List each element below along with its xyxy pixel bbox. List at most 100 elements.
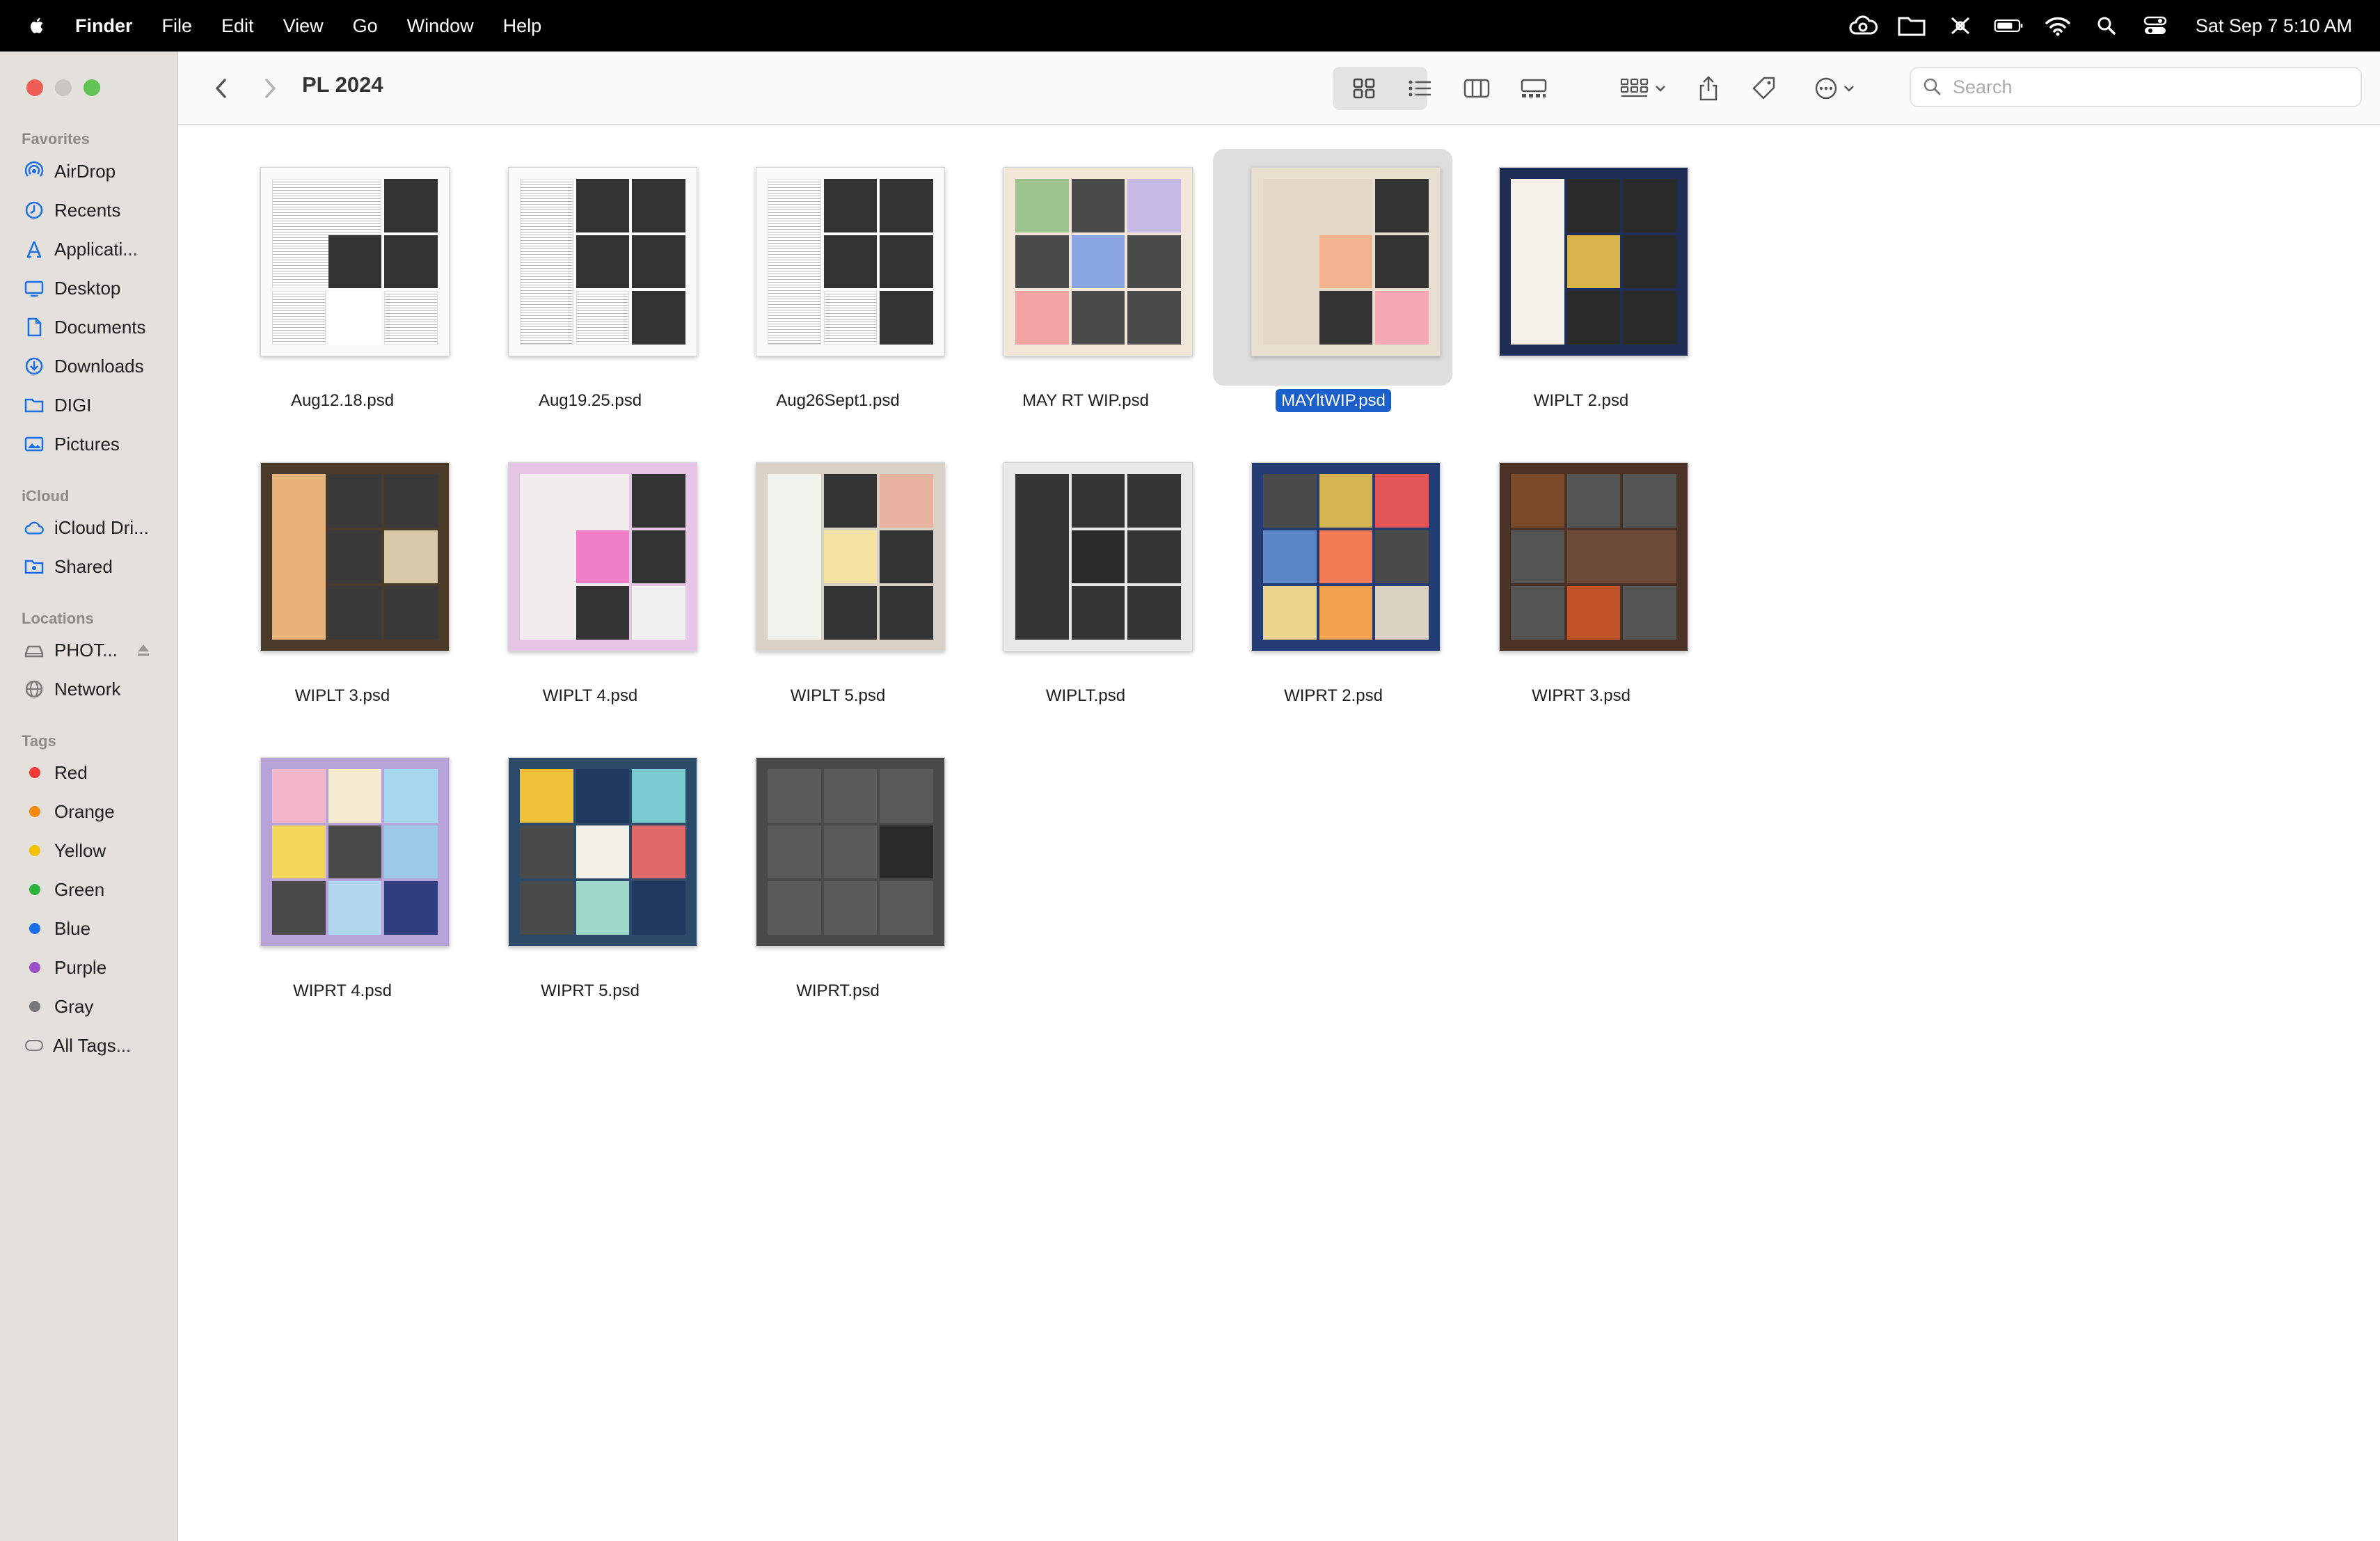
zoom-window-button[interactable] — [84, 79, 100, 96]
thumbnail-photo-slot — [1015, 291, 1069, 345]
file-thumbnail[interactable] — [1499, 462, 1688, 651]
file-name[interactable]: MAY RT WIP.psd — [962, 391, 1209, 411]
file-name-label: Aug12.18.psd — [290, 391, 395, 410]
sidebar-tag-yellow[interactable]: Yellow — [24, 835, 106, 866]
wifi-icon[interactable] — [2042, 13, 2073, 38]
sidebar-tag-green[interactable]: Green — [24, 874, 104, 905]
sidebar-tag-all-tags[interactable]: All Tags... — [24, 1030, 131, 1061]
file-name[interactable]: WIPRT 2.psd — [1209, 686, 1457, 706]
back-button[interactable] — [207, 70, 235, 107]
sidebar-item-label: All Tags... — [53, 1034, 132, 1056]
file-name[interactable]: WIPLT 4.psd — [466, 686, 714, 706]
sidebar-item-digi[interactable]: DIGI — [24, 390, 91, 420]
file-item[interactable]: WIPRT 4.psd — [219, 725, 466, 1000]
file-thumbnail[interactable] — [260, 757, 450, 947]
menubar-clock[interactable]: Sat Sep 7 5:10 AM — [2196, 15, 2352, 37]
file-name[interactable]: WIPRT 4.psd — [219, 981, 466, 1001]
sidebar-item-phot-drive[interactable]: PHOT... — [24, 635, 151, 665]
file-thumbnail[interactable] — [508, 167, 697, 356]
sidebar-tag-red[interactable]: Red — [24, 757, 88, 788]
tags-button[interactable] — [1747, 70, 1782, 107]
search-field[interactable] — [1910, 67, 2362, 107]
menu-go[interactable]: Go — [353, 15, 378, 37]
eject-icon[interactable] — [136, 642, 151, 658]
sidebar-item-recents[interactable]: Recents — [24, 195, 120, 226]
sidebar-item-icloud-drive[interactable]: iCloud Dri... — [24, 512, 149, 543]
file-thumbnail[interactable] — [756, 462, 945, 651]
file-name[interactable]: WIPLT 3.psd — [219, 686, 466, 706]
file-item[interactable]: WIPRT 3.psd — [1457, 430, 1705, 705]
file-item[interactable]: WIPLT 3.psd — [219, 430, 466, 705]
file-item[interactable]: WIPLT 4.psd — [466, 430, 714, 705]
menu-file[interactable]: File — [162, 15, 193, 37]
sidebar-item-shared[interactable]: Shared — [24, 551, 113, 582]
file-name[interactable]: WIPRT 3.psd — [1457, 686, 1705, 706]
forward-button[interactable] — [256, 70, 284, 107]
file-thumbnail[interactable] — [1251, 167, 1441, 356]
file-name[interactable]: WIPLT 2.psd — [1457, 391, 1705, 411]
menu-help[interactable]: Help — [503, 15, 542, 37]
file-thumbnail[interactable] — [260, 167, 450, 356]
sidebar-tag-gray[interactable]: Gray — [24, 991, 93, 1022]
gallery-view-button[interactable] — [1514, 70, 1553, 107]
sidebar-item-desktop[interactable]: Desktop — [24, 273, 120, 303]
file-name[interactable]: Aug19.25.psd — [466, 391, 714, 411]
file-item[interactable]: WIPRT 5.psd — [466, 725, 714, 1000]
file-thumbnail[interactable] — [508, 462, 697, 651]
sidebar-item-documents[interactable]: Documents — [24, 312, 146, 342]
file-name[interactable]: Aug12.18.psd — [219, 391, 466, 411]
file-item[interactable]: MAYltWIP.psd — [1209, 135, 1457, 412]
file-thumbnail[interactable] — [756, 757, 945, 947]
folder-status-icon[interactable] — [1896, 13, 1927, 38]
close-window-button[interactable] — [26, 79, 43, 96]
file-name[interactable]: MAYltWIP.psd — [1209, 389, 1457, 412]
sidebar-item-downloads[interactable]: Downloads — [24, 351, 144, 381]
file-item[interactable]: WIPRT 2.psd — [1209, 430, 1457, 705]
menu-view[interactable]: View — [283, 15, 324, 37]
file-item[interactable]: WIPLT 2.psd — [1457, 135, 1705, 410]
sidebar-tag-purple[interactable]: Purple — [24, 952, 106, 983]
file-item[interactable]: MAY RT WIP.psd — [962, 135, 1209, 410]
sidebar-tag-orange[interactable]: Orange — [24, 796, 115, 827]
sidebar-item-pictures[interactable]: Pictures — [24, 429, 120, 459]
sidebar-tag-blue[interactable]: Blue — [24, 913, 90, 944]
file-thumbnail[interactable] — [260, 462, 450, 651]
file-thumbnail[interactable] — [1003, 462, 1193, 651]
file-thumbnail[interactable] — [1003, 167, 1193, 356]
menu-window[interactable]: Window — [407, 15, 474, 37]
file-name[interactable]: WIPLT 5.psd — [714, 686, 962, 706]
menu-edit[interactable]: Edit — [221, 15, 254, 37]
battery-icon[interactable] — [1994, 13, 2024, 38]
file-item[interactable]: WIPLT 5.psd — [714, 430, 962, 705]
column-view-button[interactable] — [1457, 70, 1496, 107]
file-item[interactable]: WIPLT.psd — [962, 430, 1209, 705]
sidebar-item-applications[interactable]: Applicati... — [24, 234, 138, 264]
sidebar-item-network[interactable]: Network — [24, 674, 120, 704]
spotlight-search-icon[interactable] — [2091, 13, 2122, 38]
file-thumbnail[interactable] — [1251, 462, 1441, 651]
file-name[interactable]: Aug26Sept1.psd — [714, 391, 962, 411]
file-item[interactable]: Aug26Sept1.psd — [714, 135, 962, 410]
group-by-button[interactable] — [1612, 70, 1674, 107]
file-item[interactable]: Aug19.25.psd — [466, 135, 714, 410]
icon-view-button[interactable] — [1344, 70, 1383, 107]
more-actions-button[interactable] — [1807, 70, 1862, 107]
share-button[interactable] — [1691, 70, 1726, 107]
apple-logo-icon[interactable] — [28, 15, 46, 36]
sidebar-item-airdrop[interactable]: AirDrop — [24, 156, 116, 187]
file-thumbnail[interactable] — [756, 167, 945, 356]
file-name[interactable]: WIPRT 5.psd — [466, 981, 714, 1001]
control-center-icon[interactable] — [2140, 13, 2171, 38]
file-name[interactable]: WIPRT.psd — [714, 981, 962, 1001]
minimize-window-button[interactable] — [55, 79, 72, 96]
file-item[interactable]: WIPRT.psd — [714, 725, 962, 1000]
list-view-button[interactable] — [1400, 70, 1439, 107]
network-link-icon[interactable] — [1945, 13, 1976, 38]
file-thumbnail[interactable] — [1499, 167, 1688, 356]
file-item[interactable]: Aug12.18.psd — [219, 135, 466, 410]
file-name[interactable]: WIPLT.psd — [962, 686, 1209, 706]
search-input[interactable] — [1951, 75, 2344, 99]
creative-cloud-icon[interactable] — [1848, 13, 1878, 38]
menu-finder[interactable]: Finder — [75, 15, 133, 37]
file-thumbnail[interactable] — [508, 757, 697, 947]
